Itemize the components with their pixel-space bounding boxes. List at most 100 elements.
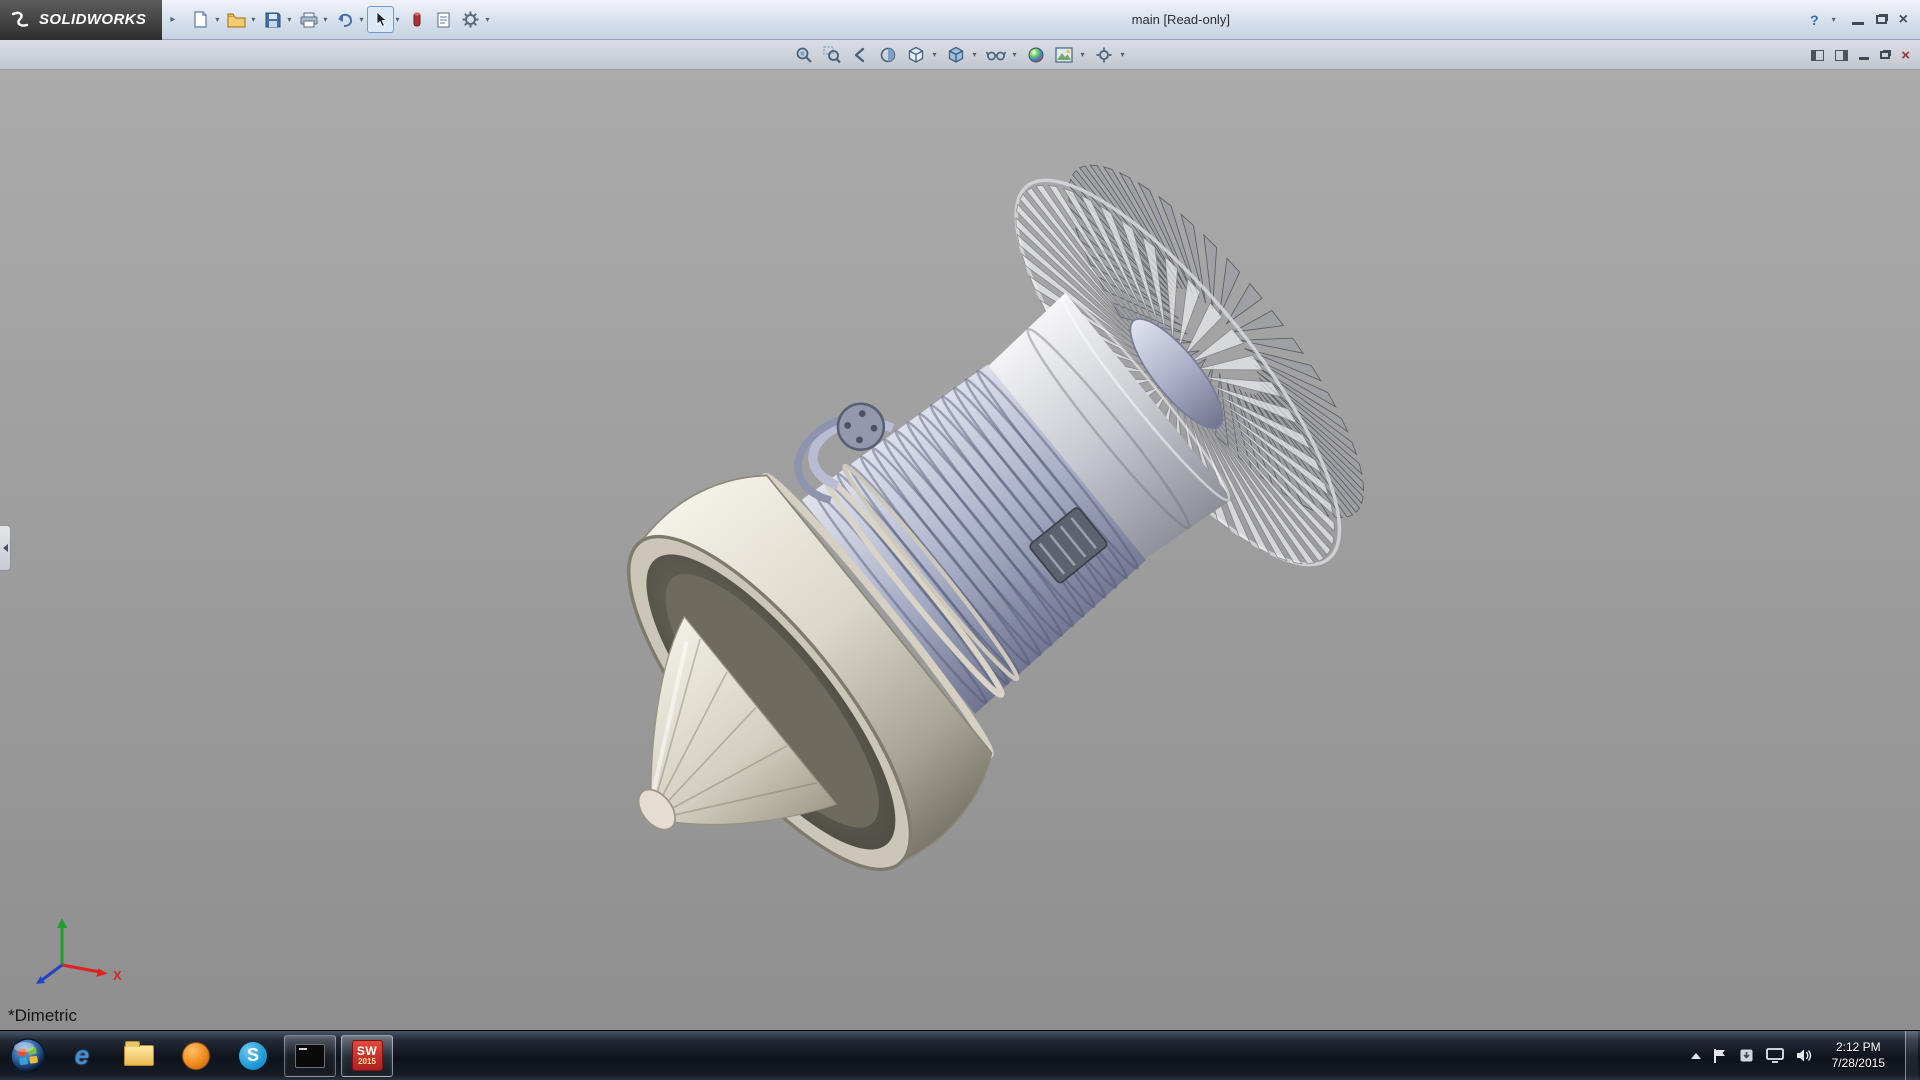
zoom-area-button[interactable] xyxy=(819,43,844,67)
chevron-down-icon[interactable]: ▾ xyxy=(287,15,291,24)
menu-strip: ▾ ▾ ▾ xyxy=(0,40,1920,70)
chevron-down-icon[interactable]: ▾ xyxy=(251,15,255,24)
internet-explorer-icon: e xyxy=(75,1040,89,1071)
appearance-ball-icon xyxy=(1027,46,1045,64)
zoom-area-icon xyxy=(823,46,841,64)
updates-tray-button[interactable] xyxy=(1739,1048,1754,1063)
show-hidden-icons-button[interactable] xyxy=(1691,1053,1701,1059)
zoom-to-fit-button[interactable] xyxy=(791,43,816,67)
triad-x-label: X xyxy=(113,968,122,983)
skype-icon: S xyxy=(239,1042,267,1070)
clock[interactable]: 2:12 PM 7/28/2015 xyxy=(1824,1040,1893,1071)
chevron-down-icon[interactable]: ▾ xyxy=(323,15,327,24)
task-pane-toggle-icon[interactable] xyxy=(1835,50,1848,61)
options-button[interactable] xyxy=(457,6,484,33)
hide-show-glasses-icon xyxy=(986,47,1006,63)
3d-model-jet-engine[interactable] xyxy=(0,70,1920,1030)
taskbar-item-solidworks[interactable]: SW 2015 xyxy=(341,1035,393,1077)
view-orientation-cube-icon xyxy=(907,46,925,64)
save-button[interactable] xyxy=(259,6,286,33)
hide-show-items-button[interactable] xyxy=(983,43,1008,67)
taskbar: e S SW 2015 xyxy=(0,1030,1920,1080)
window-controls: ? ▾ × xyxy=(1810,12,1920,28)
chevron-down-icon[interactable]: ▾ xyxy=(1832,15,1836,24)
chevron-up-icon xyxy=(1691,1053,1701,1059)
chevron-down-icon[interactable]: ▾ xyxy=(972,50,976,59)
display-style-icon xyxy=(947,46,965,64)
dassault-3ds-icon xyxy=(10,11,32,29)
open-button[interactable] xyxy=(223,6,250,33)
clock-time: 2:12 PM xyxy=(1832,1040,1885,1056)
close-button[interactable]: × xyxy=(1899,12,1908,28)
clock-date: 7/28/2015 xyxy=(1832,1056,1885,1072)
gear-icon xyxy=(462,11,479,28)
show-desktop-button[interactable] xyxy=(1905,1031,1918,1080)
view-settings-button[interactable] xyxy=(1092,43,1117,67)
taskbar-item-internet-explorer[interactable]: e xyxy=(56,1035,108,1077)
media-player-icon xyxy=(182,1042,210,1070)
chevron-down-icon[interactable]: ▾ xyxy=(359,15,363,24)
display-tray-button[interactable] xyxy=(1766,1048,1784,1063)
document-window-controls: × xyxy=(1811,40,1910,70)
reference-triad[interactable]: X xyxy=(20,910,130,1005)
view-settings-icon xyxy=(1095,46,1113,64)
taskbar-item-file-explorer[interactable] xyxy=(113,1035,165,1077)
chevron-down-icon[interactable]: ▾ xyxy=(215,15,219,24)
document-title: main [Read-only] xyxy=(1132,12,1230,27)
system-tray: 2:12 PM 7/28/2015 xyxy=(1691,1031,1920,1080)
undo-arrow-icon xyxy=(336,12,354,28)
new-document-icon xyxy=(192,11,209,28)
update-icon xyxy=(1739,1048,1754,1063)
minimize-document-button[interactable] xyxy=(1859,57,1869,60)
chevron-down-icon[interactable]: ▾ xyxy=(395,15,399,24)
section-view-button[interactable] xyxy=(875,43,900,67)
volume-tray-button[interactable] xyxy=(1796,1048,1812,1063)
help-icon[interactable]: ? xyxy=(1810,12,1819,28)
print-button[interactable] xyxy=(295,6,322,33)
open-folder-icon xyxy=(227,12,246,28)
action-center-button[interactable] xyxy=(1713,1048,1727,1064)
new-document-button[interactable] xyxy=(187,6,214,33)
view-orientation-label: *Dimetric xyxy=(8,1006,77,1026)
folder-icon xyxy=(124,1045,154,1066)
apply-scene-button[interactable] xyxy=(1052,43,1077,67)
solidworks-icon-letters: SW xyxy=(357,1045,377,1057)
pinned-taskbar-items: e S SW 2015 xyxy=(56,1035,393,1077)
select-tool-button[interactable] xyxy=(367,6,394,33)
graphics-area[interactable]: X *Dimetric xyxy=(0,70,1920,1030)
taskbar-item-media-player[interactable] xyxy=(170,1035,222,1077)
chevron-down-icon[interactable]: ▾ xyxy=(1081,50,1085,59)
minimize-button[interactable] xyxy=(1852,22,1864,25)
component-tools-icon xyxy=(411,11,423,28)
brand-expand-arrow[interactable]: ▸ xyxy=(162,14,183,25)
feature-pane-toggle-icon[interactable] xyxy=(1811,50,1824,61)
brand-text: SOLIDWORKS xyxy=(39,11,146,28)
start-button[interactable] xyxy=(0,1031,56,1080)
edit-appearance-button[interactable] xyxy=(1024,43,1049,67)
solidworks-logo: SOLIDWORKS xyxy=(0,0,162,40)
headsup-view-toolbar: ▾ ▾ ▾ xyxy=(791,43,1128,67)
file-properties-icon xyxy=(436,12,451,28)
solidworks-icon: SW 2015 xyxy=(352,1040,383,1071)
print-icon xyxy=(300,12,318,28)
title-bar: SOLIDWORKS ▸ ▾ ▾ ▾ xyxy=(0,0,1920,40)
component-tools-button[interactable] xyxy=(403,6,430,33)
view-orientation-button[interactable] xyxy=(903,43,928,67)
chevron-down-icon[interactable]: ▾ xyxy=(932,50,936,59)
taskbar-item-skype[interactable]: S xyxy=(227,1035,279,1077)
restore-document-button[interactable] xyxy=(1880,51,1890,59)
chevron-down-icon[interactable]: ▾ xyxy=(1012,50,1016,59)
restore-button[interactable] xyxy=(1876,15,1887,24)
section-view-icon xyxy=(879,46,897,64)
chevron-down-icon[interactable]: ▾ xyxy=(1121,50,1125,59)
taskbar-item-command-prompt[interactable] xyxy=(284,1035,336,1077)
feature-manager-collapse-tab[interactable] xyxy=(0,525,11,571)
chevron-down-icon[interactable]: ▾ xyxy=(485,15,489,24)
standard-toolbar: ▾ ▾ ▾ ▾ xyxy=(187,6,493,33)
undo-button[interactable] xyxy=(331,6,358,33)
file-properties-button[interactable] xyxy=(430,6,457,33)
apply-scene-icon xyxy=(1055,47,1073,63)
display-style-button[interactable] xyxy=(943,43,968,67)
previous-view-button[interactable] xyxy=(847,43,872,67)
close-document-button[interactable]: × xyxy=(1901,48,1910,63)
